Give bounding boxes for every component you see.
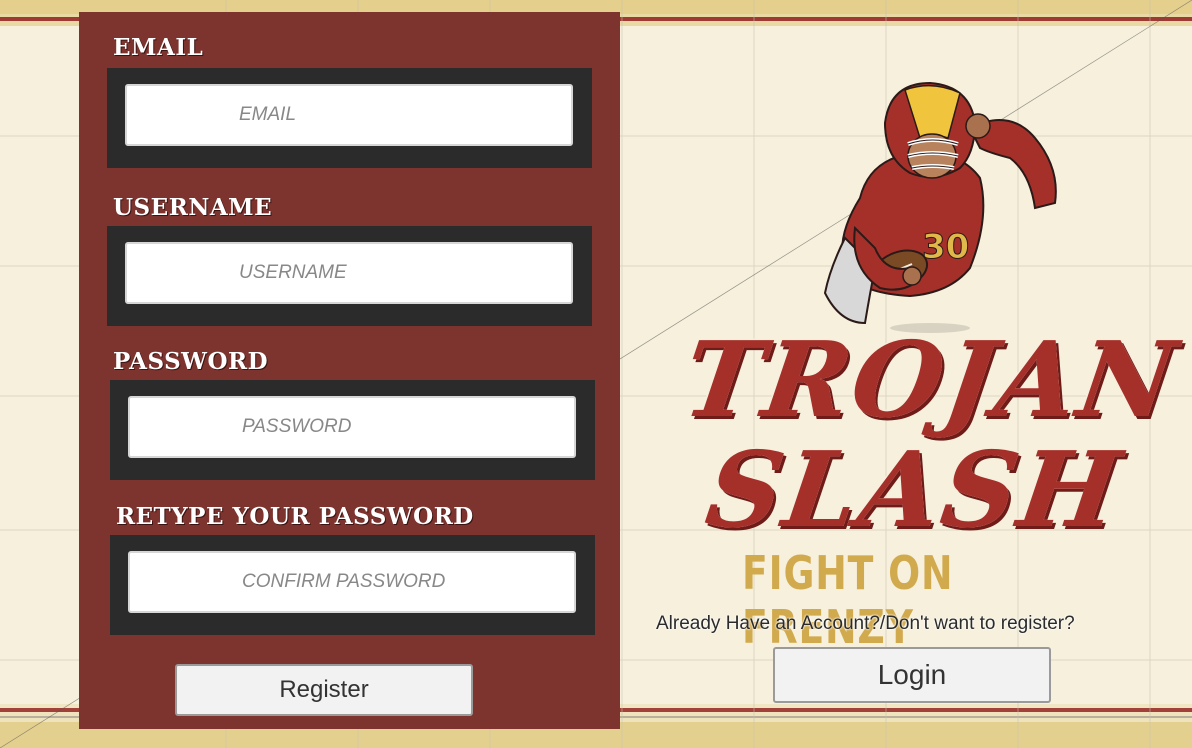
password-input[interactable] bbox=[128, 396, 576, 458]
login-button[interactable]: Login bbox=[773, 647, 1051, 703]
registration-panel: EMAIL USERNAME PASSWORD RETYPE YOUR PASS… bbox=[79, 12, 620, 729]
retype-password-label: RETYPE YOUR PASSWORD bbox=[116, 503, 474, 530]
username-input[interactable] bbox=[125, 242, 573, 304]
football-player-illustration: 30 bbox=[823, 81, 1057, 333]
password-label: PASSWORD bbox=[113, 348, 269, 375]
login-prompt-text: Already Have an Account?/Don't want to r… bbox=[656, 613, 1075, 634]
email-input[interactable] bbox=[125, 84, 573, 146]
email-label: EMAIL bbox=[113, 34, 204, 61]
confirm-password-input[interactable] bbox=[128, 551, 576, 613]
email-field-frame bbox=[107, 68, 592, 168]
register-button[interactable]: Register bbox=[175, 664, 473, 716]
password-field-frame bbox=[110, 380, 595, 480]
confirm-password-field-frame bbox=[110, 535, 595, 635]
game-title-line1: TROJAN bbox=[675, 317, 1187, 443]
username-field-frame bbox=[107, 226, 592, 326]
game-subtitle: FIGHT ON FRENZY bbox=[742, 546, 954, 654]
username-label: USERNAME bbox=[113, 194, 273, 221]
game-title-line2: SLASH bbox=[698, 427, 1131, 553]
jersey-number: 30 bbox=[922, 227, 969, 267]
